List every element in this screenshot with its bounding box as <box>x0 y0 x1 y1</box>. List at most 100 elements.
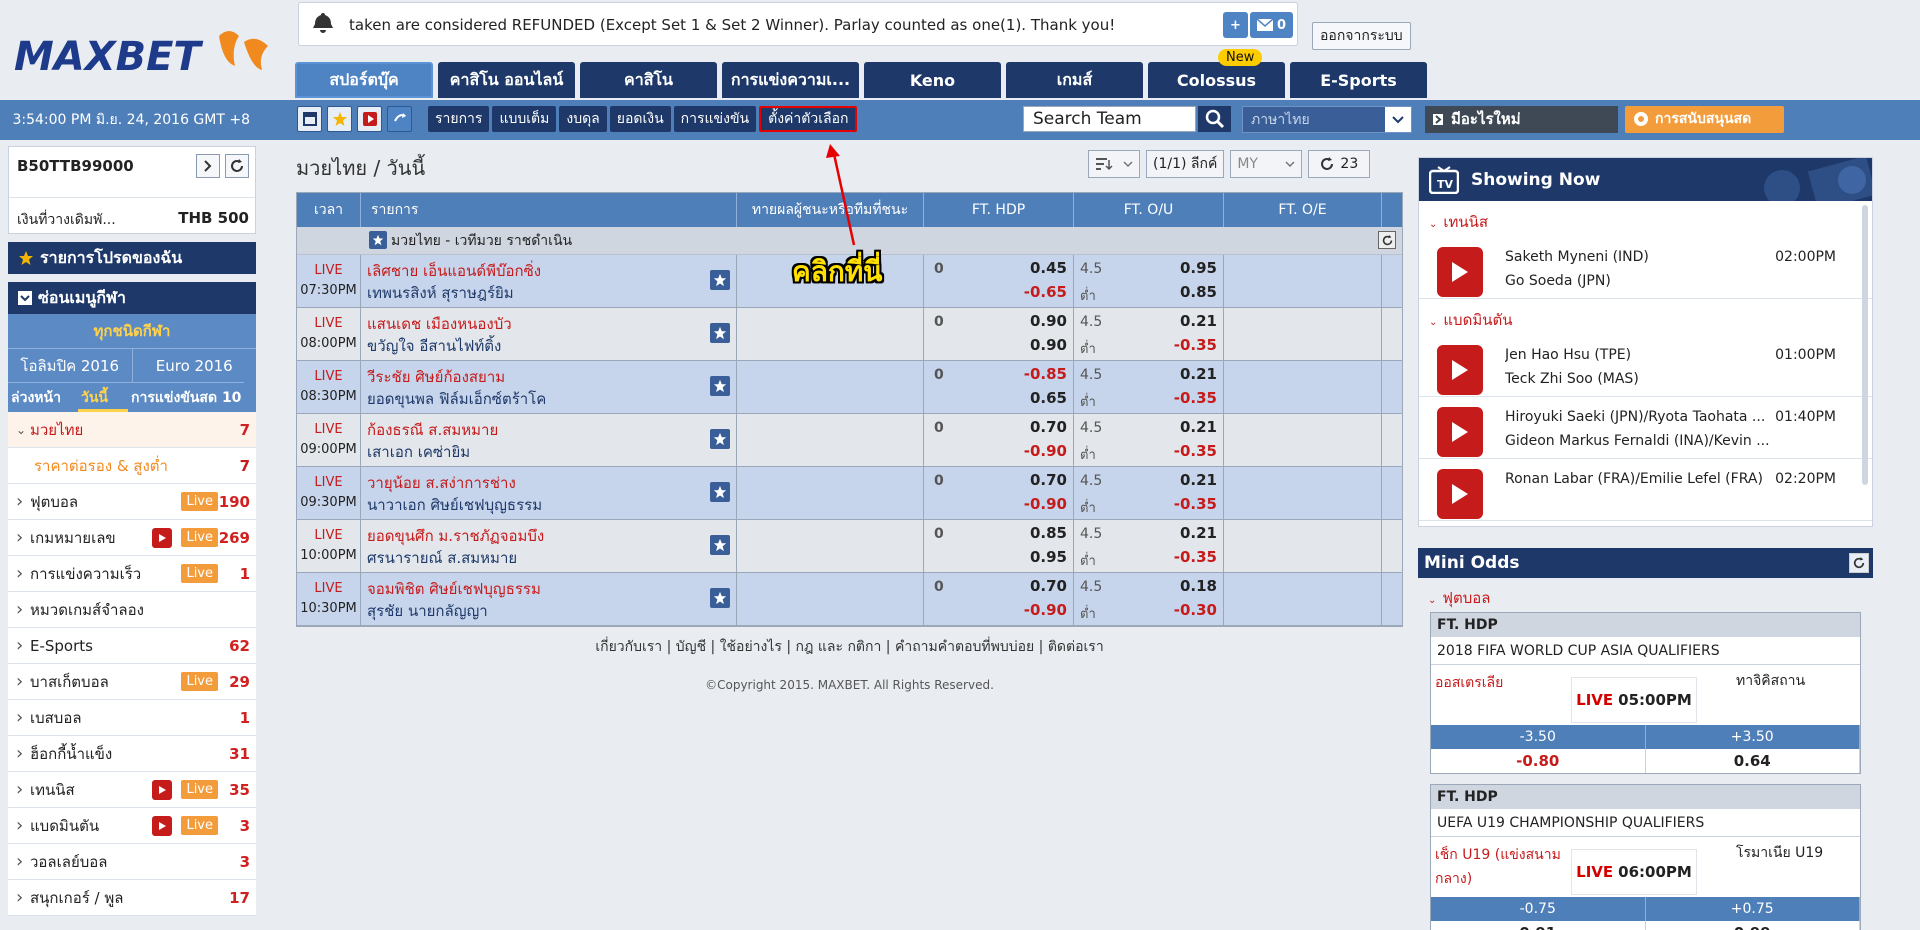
league-favorite-button[interactable] <box>369 231 387 249</box>
hdp-away-odds[interactable]: 0.95 <box>1030 548 1067 566</box>
search-button[interactable] <box>1198 106 1231 132</box>
tab-racing[interactable]: การแข่งความเ... <box>722 62 859 98</box>
home-team[interactable]: แสนเดช เมืองหนองบัว <box>367 313 736 335</box>
print-button[interactable] <box>297 106 322 132</box>
showing-sport-header[interactable]: ⌄ แบดมินตัน <box>1419 299 1872 335</box>
away-team[interactable]: เทพนรสิงห์ สุราษฎร์ยิม <box>367 282 736 304</box>
under-odds[interactable]: -0.35 <box>1174 442 1217 460</box>
tab-today[interactable]: วันนี้ <box>78 382 128 412</box>
hdp-home-odds[interactable]: 0.70 <box>1030 471 1067 489</box>
search-team-input[interactable]: Search Team <box>1023 106 1196 132</box>
hdp-away-odds[interactable]: -0.65 <box>1024 283 1067 301</box>
mini-odds-sport[interactable]: ⌄ ฟุตบอล <box>1418 578 1873 612</box>
add-button[interactable]: + <box>1223 12 1248 38</box>
home-team[interactable]: เลิศชาย เอ็นแอนด์พีบ๊อกซิ่ง <box>367 260 736 282</box>
showing-match-item[interactable]: Saketh Myneni (IND) Go Soeda (JPN) 02:00PM <box>1419 237 1872 299</box>
over-odds[interactable]: 0.18 <box>1180 577 1217 595</box>
sidebar-item[interactable]: › การแข่งความเร็ว Live 1 <box>8 556 256 592</box>
league-refresh-button[interactable] <box>1378 231 1396 249</box>
live-support-button[interactable]: การสนับสนุนสด <box>1625 106 1784 133</box>
hdp-away-odds[interactable]: -0.90 <box>1024 495 1067 513</box>
tab-keno[interactable]: Keno <box>864 62 1001 98</box>
hide-sports-menu-header[interactable]: ซ่อนเมนูกีฬา <box>8 282 256 314</box>
live-tv-button[interactable] <box>357 106 382 132</box>
league-pager[interactable]: (1/1) ลีกค์ <box>1146 150 1225 178</box>
home-team[interactable]: จอมพิชิต ศิษย์เชฟบุญธรรม <box>367 578 736 600</box>
match-favorite-button[interactable] <box>710 323 730 343</box>
under-odds[interactable]: -0.35 <box>1174 389 1217 407</box>
favorite-button[interactable] <box>327 106 352 132</box>
subnav-balance[interactable]: ยอดเงิน <box>609 106 671 132</box>
hdp-home-odds[interactable]: 0.70 <box>1030 418 1067 436</box>
away-team[interactable]: ยอดขุนพล ฟิล์มเอ็กซ์ตร้าโค <box>367 388 736 410</box>
sort-dropdown[interactable] <box>1088 150 1140 178</box>
over-odds[interactable]: 0.21 <box>1180 471 1217 489</box>
under-odds[interactable]: -0.30 <box>1174 601 1217 619</box>
away-team[interactable]: ขวัญใจ อีสานไฟท์ติ้ง <box>367 335 736 357</box>
match-favorite-button[interactable] <box>710 429 730 449</box>
tab-casino[interactable]: คาสิโน <box>580 62 717 98</box>
tab-sportsbook[interactable]: สปอร์ตบุ๊ค <box>295 62 433 98</box>
over-odds[interactable]: 0.95 <box>1180 259 1217 277</box>
match-favorite-button[interactable] <box>710 270 730 290</box>
account-expand-button[interactable] <box>196 154 220 178</box>
sidebar-item[interactable]: › E-Sports 62 <box>8 628 256 664</box>
over-odds[interactable]: 0.21 <box>1180 524 1217 542</box>
language-select[interactable]: ภาษาไทย <box>1242 106 1412 133</box>
hdp-away-odds[interactable]: 0.65 <box>1030 389 1067 407</box>
tab-esports[interactable]: E-Sports <box>1290 62 1427 98</box>
over-odds[interactable]: 0.21 <box>1180 312 1217 330</box>
sidebar-item[interactable]: › ฮ็อกกี้น้ำแข็ง 31 <box>8 736 256 772</box>
hdp-away-odds[interactable]: 0.90 <box>1030 336 1067 354</box>
all-sports-item[interactable]: ทุกชนิดกีฬา <box>8 314 256 348</box>
over-odds[interactable]: 0.21 <box>1180 418 1217 436</box>
subnav-full[interactable]: แบบเต็ม <box>492 106 557 132</box>
under-odds[interactable]: 0.85 <box>1180 283 1217 301</box>
hdp-home-odds[interactable]: 0.85 <box>1030 524 1067 542</box>
refresh-balance-button[interactable] <box>225 154 249 178</box>
mini-odds-home[interactable]: -0.80 <box>1431 749 1646 773</box>
sidebar-item[interactable]: ราคาต่อรอง & สูงต่ำ 7 <box>8 448 256 484</box>
away-team[interactable]: เสาเอก เคซ่ายิม <box>367 441 736 463</box>
tab-colossus[interactable]: Colossus New <box>1148 49 1285 98</box>
away-team[interactable]: ศรนารายณ์ ส.สมหมาย <box>367 547 736 569</box>
sidebar-item[interactable]: › เกมหมายเลข Live 269 <box>8 520 256 556</box>
showing-sport-header[interactable]: ⌄ เทนนิส <box>1419 201 1872 237</box>
away-team[interactable]: สุรชัย นายกลัญญา <box>367 600 736 622</box>
hdp-home-odds[interactable]: 0.45 <box>1030 259 1067 277</box>
home-team[interactable]: วายุน้อย ส.สง่าการช่าง <box>367 472 736 494</box>
sidebar-item[interactable]: ⌄ มวยไทย 7 <box>8 412 256 448</box>
under-odds[interactable]: -0.35 <box>1174 495 1217 513</box>
showing-match-item[interactable]: Hiroyuki Saeki (JPN)/Ryota Taohata ... Gi… <box>1419 397 1872 459</box>
maxbet-logo[interactable]: MAXBET <box>14 24 279 84</box>
away-team[interactable]: นาวาเอก ศิษย์เชฟบุญธรรม <box>367 494 736 516</box>
whats-new-button[interactable]: มีอะไรใหม่ <box>1425 106 1618 133</box>
home-team[interactable]: ยอดขุนศึก ม.ราชภัฏจอมบึง <box>367 525 736 547</box>
match-favorite-button[interactable] <box>710 482 730 502</box>
sidebar-item[interactable]: › ฟุตบอล Live 190 <box>8 484 256 520</box>
euro-2016-item[interactable]: Euro 2016 <box>132 348 256 382</box>
hdp-home-odds[interactable]: 0.70 <box>1030 577 1067 595</box>
over-odds[interactable]: 0.21 <box>1180 365 1217 383</box>
match-favorite-button[interactable] <box>710 535 730 555</box>
match-favorite-button[interactable] <box>710 588 730 608</box>
under-odds[interactable]: -0.35 <box>1174 336 1217 354</box>
mini-odds-home[interactable]: 0.91 <box>1431 921 1646 930</box>
hdp-away-odds[interactable]: -0.90 <box>1024 442 1067 460</box>
sidebar-item[interactable]: › วอลเลย์บอล 3 <box>8 844 256 880</box>
tab-games[interactable]: เกมส์ <box>1006 62 1143 98</box>
subnav-settings[interactable]: ตั้งค่าตัวเลือก <box>759 106 858 132</box>
messages-button[interactable]: 0 <box>1249 12 1293 38</box>
subnav-list[interactable]: รายการ <box>428 106 490 132</box>
showing-match-item[interactable]: Ronan Labar (FRA)/Emilie Lefel (FRA) 02:2… <box>1419 459 1872 521</box>
home-team[interactable]: ก้องธรณี ส.สมหมาย <box>367 419 736 441</box>
hdp-home-odds[interactable]: 0.90 <box>1030 312 1067 330</box>
footer-links[interactable]: เกี่ยวกับเรา | บัญชี | ใช้อย่างไร | กฎ แ… <box>296 636 1403 658</box>
tab-online-casino[interactable]: คาสิโน ออนไลน์ <box>438 62 575 98</box>
parlay-button[interactable] <box>387 106 412 132</box>
favorites-header[interactable]: รายการโปรดของฉัน <box>8 242 256 274</box>
refresh-button[interactable]: 23 <box>1308 150 1371 178</box>
subnav-results[interactable]: การแข่งขัน <box>673 106 757 132</box>
tab-live-events[interactable]: การแข่งขันสด 10 <box>128 382 245 412</box>
odds-type-select[interactable]: MY <box>1230 150 1303 178</box>
